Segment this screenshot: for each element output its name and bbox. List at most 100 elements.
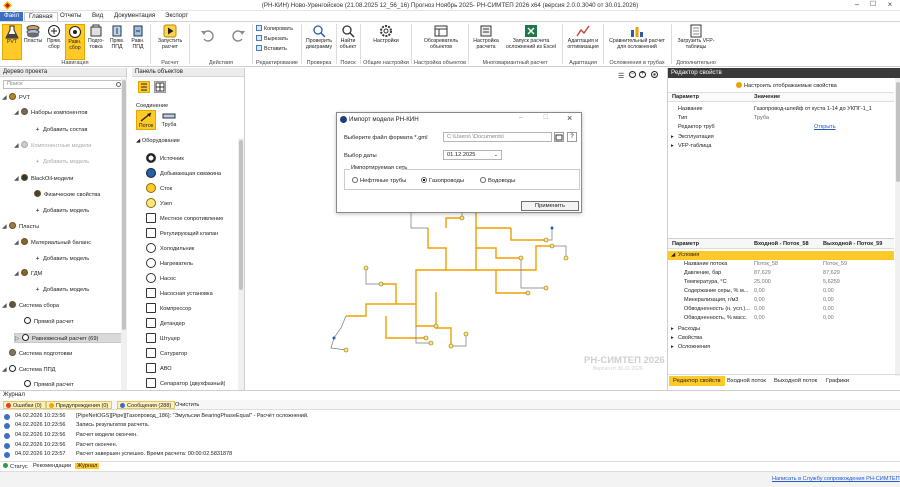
obj-pump-unit[interactable]: Насосная установка [146, 287, 213, 302]
tab-charts[interactable]: Графики [822, 376, 853, 386]
tree-item-ppd-direct-calc[interactable]: Прямой расчет [24, 380, 74, 388]
tree-item-preparation-system[interactable]: Система подготовки [2, 349, 72, 359]
obj-choke[interactable]: Штуцер [146, 332, 180, 347]
browse-button[interactable] [554, 132, 564, 142]
maximize-button[interactable]: ☐ [866, 1, 880, 10]
menu-docs[interactable]: Документация [110, 12, 159, 21]
undo-icon[interactable] [200, 28, 214, 42]
obj-sink[interactable]: Сток [146, 182, 172, 197]
run-calculation-button[interactable]: Запустить расчет [154, 24, 186, 60]
grid-row-temperature[interactable]: Температура, °C 25,000 5,6259 [668, 278, 894, 287]
menu-file[interactable]: Файл [0, 12, 24, 21]
find-object-button[interactable]: Найти объект [338, 24, 358, 60]
pipe-tool[interactable]: Труба [159, 110, 179, 130]
tree-item-add-model[interactable]: + Добавить модель [34, 157, 89, 167]
copy-button[interactable]: Копировать [256, 25, 293, 34]
tree-item-material-balance[interactable]: ◢ Материальный баланс [14, 238, 91, 248]
tree-item-pvt[interactable]: ◢ PVT [2, 93, 30, 103]
grid-row-mineralization[interactable]: Минерализация, г/м3 0,00 0,00 [668, 296, 894, 305]
equilibrium-gathering-button[interactable]: Равн. сбор [65, 24, 85, 60]
tab-outlet-stream[interactable]: Выходной поток [770, 376, 821, 386]
support-link[interactable]: Написать в Службу сопровождения РН-СИМТЕ… [772, 476, 900, 482]
apply-button[interactable]: Применить [521, 201, 579, 211]
obj-control-valve[interactable]: Регулирующий клапан [146, 227, 218, 242]
tree-scrollbar[interactable] [121, 78, 127, 390]
configure-properties-link[interactable]: Настроить отображаемые свойства [736, 82, 837, 89]
group-complications-row[interactable]: ▸ Осложнения [668, 343, 894, 352]
tree-item-add-composition[interactable]: + Добавить состав [34, 125, 88, 135]
open-pipe-editor-link[interactable]: Открыть [814, 123, 836, 132]
adaptation-button[interactable]: Адаптация и оптимизация [565, 24, 601, 60]
props-scrollbar[interactable] [895, 78, 900, 376]
grid-row-watercut-std[interactable]: Обводненность (н. усл.)... 0,00 0,00 [668, 305, 894, 314]
menu-home[interactable]: Главная [24, 12, 58, 21]
radio-water-pipes[interactable]: Водоводы [480, 177, 515, 184]
prop-row-pipe-editor[interactable]: Редактор труб Открыть [668, 123, 894, 132]
object-browser-button[interactable]: Обозреватель объектов [418, 24, 464, 60]
tab-inlet-stream[interactable]: Входной поток [723, 376, 770, 386]
grid-row-sulfur[interactable]: Содержание серы, % м... 0,00 0,00 [668, 287, 894, 296]
tree-search-input[interactable]: Поиск [3, 80, 124, 89]
obj-cooler[interactable]: Холодильник [146, 242, 194, 257]
filter-warnings[interactable]: Предупреждения (0) [46, 401, 113, 409]
radio-oil-pipes[interactable]: Нефтяные трубы [352, 177, 406, 184]
tree-item-equilibrium-calc[interactable]: ▷ Равновесный расчет (69) [14, 333, 123, 343]
obj-pump[interactable]: Насос [146, 272, 176, 287]
group-properties-row[interactable]: ▸ Свойства [668, 334, 894, 343]
direct-ppd-button[interactable]: Прям. ППД [107, 24, 127, 60]
menu-reports[interactable]: Отчеты [56, 12, 85, 21]
tree-item-component-models[interactable]: ◢ Компонентные модели [14, 141, 91, 151]
obj-node[interactable]: Узел [146, 197, 172, 212]
settings-button[interactable]: Настройки [367, 24, 405, 60]
tree-item-blackoil-models[interactable]: ◢ BlackOil-модели [14, 174, 74, 184]
stream-tool[interactable]: Поток [136, 110, 156, 130]
tab-property-editor[interactable]: Редактор свойств [669, 376, 725, 386]
tree-item-layers[interactable]: ◢ Пласты [2, 222, 39, 232]
cut-button[interactable]: Вырезать [256, 35, 288, 44]
grid-row-stream-name[interactable]: Название потока Поток_58 Поток_59 [668, 260, 894, 269]
obj-expander[interactable]: Детандер [146, 317, 185, 332]
tab-status[interactable]: Статус [3, 463, 28, 470]
calc-settings-button[interactable]: Настройка расчета [471, 24, 501, 60]
tree-item-direct-calc[interactable]: Прямой расчет [24, 317, 74, 327]
log-row[interactable]: 04.02.2026 10:23:57 Расчет завершен успеш… [0, 450, 900, 459]
direct-gathering-button[interactable]: Прям. сбор [44, 24, 64, 60]
obj-heater[interactable]: Нагреватель [146, 257, 193, 272]
dialog-maximize-button[interactable]: ☐ [543, 114, 548, 121]
prop-row-vfp-table[interactable]: ▸ VFP-таблица [668, 142, 894, 151]
file-path-input[interactable]: C:\Users\ \Documents\ [443, 132, 552, 142]
list-view-toggle[interactable] [138, 81, 150, 93]
equilibrium-ppd-button[interactable]: Равн. ППД [128, 24, 148, 60]
log-row[interactable]: 04.02.2026 10:23:56 [PipeNetOGS][Pipe][Га… [0, 412, 900, 421]
tree-item-component-sets[interactable]: ◢ Наборы компонентов [14, 108, 88, 118]
tree-item-add-model[interactable]: + Добавить модель [34, 206, 89, 216]
radio-gas-pipes[interactable]: Газопроводы [421, 177, 464, 184]
tab-journal[interactable]: Журнал [75, 463, 100, 469]
conditions-group-row[interactable]: ◢ Условия [668, 251, 894, 260]
log-row[interactable]: 04.02.2026 10:23:56 Запись результатов ра… [0, 421, 900, 430]
load-vfp-button[interactable]: Загрузить VFP-таблицы [674, 24, 718, 60]
obj-separator[interactable]: Сепаратор (двухфазный) [146, 377, 225, 390]
tree-item-gathering-system[interactable]: ◢ Система сбора [2, 301, 59, 311]
tree-item-physical-properties[interactable]: Физические свойства [34, 190, 100, 200]
obj-production-well[interactable]: Добывающая скважина [146, 167, 221, 182]
obj-local-resistance[interactable]: Местное сопротивление [146, 212, 223, 227]
date-picker[interactable]: 01.12.2025 ⌄ [443, 150, 502, 160]
filter-errors[interactable]: Ошибки (0) [3, 401, 46, 409]
tree-item-ppd-system[interactable]: ◢ Система ППД [2, 365, 56, 375]
redo-icon[interactable] [232, 28, 246, 42]
tree-item-add-model[interactable]: + Добавить модель [34, 254, 89, 264]
filter-messages[interactable]: Сообщения (288) [117, 401, 176, 409]
paste-button[interactable]: Вставить [256, 45, 287, 54]
pvt-button[interactable]: PVT [2, 24, 22, 60]
close-button[interactable]: × [883, 1, 897, 10]
prop-row-operation[interactable]: ▸ Эксплуатация [668, 133, 894, 142]
log-row[interactable]: 04.02.2026 10:23:56 Расчет модели окончен… [0, 431, 900, 440]
obj-avo[interactable]: АВО [146, 362, 172, 377]
tree-item-gdm[interactable]: ◢ ГДМ [14, 269, 42, 279]
prop-row-name[interactable]: Название Газопровод-шлейф от куста 1-14 д… [668, 105, 894, 114]
objects-scrollbar[interactable] [238, 138, 244, 390]
group-rates-row[interactable]: ▸ Расходы [668, 325, 894, 334]
grid-row-pressure[interactable]: Давление, бар 87,629 87,629 [668, 269, 894, 278]
log-row[interactable]: 04.02.2026 10:23:56 Расчет окончен. [0, 441, 900, 450]
